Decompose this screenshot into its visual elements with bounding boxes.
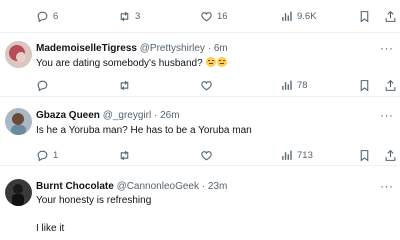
bookmark-icon — [358, 10, 371, 23]
unamused-face-emoji — [206, 57, 217, 67]
like-button[interactable] — [200, 75, 217, 95]
user-handle[interactable]: @CannonleoGeek — [117, 181, 199, 192]
like-icon — [200, 10, 213, 23]
display-name[interactable]: Gbaza Queen — [36, 110, 100, 121]
bookmark-button[interactable] — [358, 6, 372, 26]
reply-action-bar: 78 — [0, 75, 400, 95]
reply-icon — [36, 149, 49, 162]
reply-action-bar: 1 713 — [0, 145, 400, 165]
reply-icon — [36, 79, 49, 92]
top-action-bar: 6 3 16 9.6K — [0, 6, 400, 26]
display-name[interactable]: Burnt Chocolate — [36, 181, 114, 192]
display-name[interactable]: MademoiselleTigress — [36, 43, 137, 54]
views-count: 9.6K — [297, 10, 317, 22]
reply-header: Gbaza Queen @_greygirl · 26m — [36, 110, 180, 121]
timestamp[interactable]: 26m — [160, 110, 179, 121]
reply-count: 1 — [53, 149, 59, 161]
reply-text: Is he a Yoruba man? He has to be a Yorub… — [36, 125, 252, 136]
reply-tweet[interactable]: Gbaza Queen @_greygirl · 26m ··· Is he a… — [0, 97, 400, 165]
more-icon[interactable]: ··· — [380, 180, 394, 192]
like-icon — [200, 149, 213, 162]
bookmark-button[interactable] — [358, 75, 372, 95]
more-icon[interactable]: ··· — [380, 42, 394, 54]
share-icon — [384, 79, 397, 92]
repost-icon — [118, 10, 131, 23]
share-button[interactable] — [384, 75, 398, 95]
repost-icon — [118, 79, 131, 92]
reply-text-line-2: I like it — [36, 223, 65, 234]
repost-button[interactable] — [118, 75, 135, 95]
views-icon — [280, 79, 293, 92]
reply-count: 6 — [53, 10, 59, 22]
reply-header: Burnt Chocolate @CannonleoGeek · 23m — [36, 181, 227, 192]
reply-tweet[interactable]: MademoiselleTigress @Prettyshirley · 6m … — [0, 33, 400, 96]
avatar[interactable] — [5, 108, 32, 135]
bookmark-icon — [358, 79, 371, 92]
views-icon — [280, 10, 293, 23]
views-icon — [280, 149, 293, 162]
separator-dot: · — [201, 181, 206, 192]
repost-button[interactable] — [118, 145, 135, 165]
views-count: 78 — [297, 79, 308, 91]
more-icon[interactable]: ··· — [380, 109, 394, 121]
share-button[interactable] — [384, 145, 398, 165]
repost-icon — [118, 149, 131, 162]
views-count: 713 — [297, 149, 313, 161]
repost-button[interactable]: 3 — [118, 6, 140, 26]
timestamp[interactable]: 23m — [208, 181, 227, 192]
reply-header: MademoiselleTigress @Prettyshirley · 6m — [36, 43, 228, 54]
repost-count: 3 — [135, 10, 141, 22]
like-button[interactable]: 16 — [200, 6, 228, 26]
avatar[interactable] — [5, 41, 32, 68]
like-button[interactable] — [200, 145, 217, 165]
views-button[interactable]: 713 — [280, 145, 313, 165]
reply-button[interactable]: 1 — [36, 145, 58, 165]
reply-text-content: You are dating somebody's husband? — [36, 58, 203, 69]
share-button[interactable] — [384, 6, 398, 26]
reply-button[interactable] — [36, 75, 53, 95]
separator-dot: · — [207, 43, 212, 54]
bookmark-button[interactable] — [358, 145, 372, 165]
timestamp[interactable]: 6m — [214, 43, 228, 54]
like-count: 16 — [217, 10, 228, 22]
user-handle[interactable]: @Prettyshirley — [140, 43, 205, 54]
views-button[interactable]: 9.6K — [280, 6, 317, 26]
reply-text: Your honesty is refreshing — [36, 195, 152, 206]
share-icon — [384, 10, 397, 23]
reply-icon — [36, 10, 49, 23]
views-button[interactable]: 78 — [280, 75, 308, 95]
unamused-face-emoji — [217, 57, 228, 67]
reply-button[interactable]: 6 — [36, 6, 58, 26]
like-icon — [200, 79, 213, 92]
avatar[interactable] — [5, 179, 32, 206]
user-handle[interactable]: @_greygirl — [103, 110, 152, 121]
reply-tweet[interactable]: Burnt Chocolate @CannonleoGeek · 23m ···… — [0, 166, 400, 240]
bookmark-icon — [358, 149, 371, 162]
separator-dot: · — [153, 110, 158, 121]
share-icon — [384, 149, 397, 162]
reply-text: You are dating somebody's husband? — [36, 57, 228, 69]
